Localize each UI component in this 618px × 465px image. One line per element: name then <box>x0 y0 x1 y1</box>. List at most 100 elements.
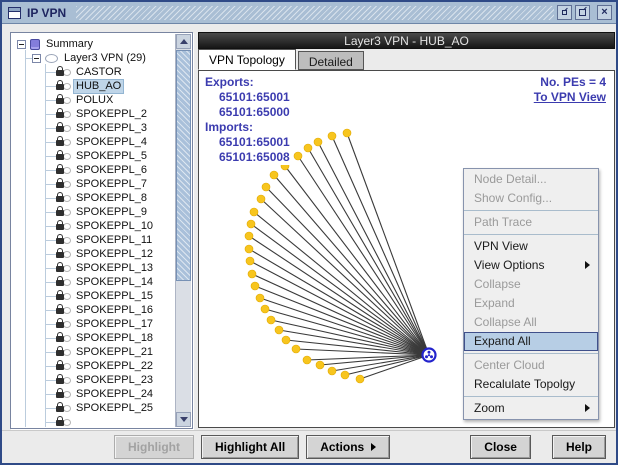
tree-item[interactable]: SPOKEPPL_16 <box>12 303 175 317</box>
tree-item[interactable]: SPOKEPPL_2 <box>12 107 175 121</box>
lock-icon <box>56 392 64 398</box>
tree-item[interactable]: SPOKEPPL_9 <box>12 205 175 219</box>
tree-item-label: HUB_AO <box>74 80 123 93</box>
scroll-up-button[interactable] <box>176 34 191 49</box>
footer-bar: Highlight Highlight All Actions Close He… <box>2 430 616 463</box>
tree-item[interactable]: SPOKEPPL_22 <box>12 359 175 373</box>
lock-icon <box>56 140 64 146</box>
tree-item[interactable]: SPOKEPPL_25 <box>12 401 175 415</box>
menu-item-recalulate-topolgy[interactable]: Recalulate Topolgy <box>464 375 598 394</box>
close-window-button[interactable]: × <box>597 5 612 20</box>
tree-item[interactable] <box>12 415 175 427</box>
tree-item[interactable]: SPOKEPPL_15 <box>12 289 175 303</box>
cloud-icon <box>63 293 71 300</box>
scroll-down-button[interactable] <box>176 412 191 427</box>
menu-item-expand-all[interactable]: Expand All <box>464 332 598 351</box>
lock-icon <box>56 112 64 118</box>
imports-label: Imports: <box>205 120 256 135</box>
close-button[interactable]: Close <box>470 435 531 459</box>
tree-item[interactable]: SPOKEPPL_23 <box>12 373 175 387</box>
menu-item-vpn-view[interactable]: VPN View <box>464 237 598 256</box>
tree-item[interactable]: SPOKEPPL_17 <box>12 317 175 331</box>
document-icon <box>30 39 40 50</box>
cloud-icon <box>63 181 71 188</box>
pe-info: No. PEs = 4 To VPN View <box>534 75 606 105</box>
menu-item-collapse: Collapse <box>464 275 598 294</box>
panel-title: Layer3 VPN - HUB_AO <box>198 32 615 49</box>
tree-item-label: SPOKEPPL_6 <box>74 164 149 177</box>
maximize-button[interactable] <box>575 5 590 20</box>
cloud-icon <box>63 419 71 426</box>
exports-label: Exports: <box>205 75 257 90</box>
help-button[interactable]: Help <box>552 435 606 459</box>
tree-item[interactable]: SPOKEPPL_13 <box>12 261 175 275</box>
tree-item[interactable]: SPOKEPPL_7 <box>12 177 175 191</box>
menu-item-show-config: Show Config... <box>464 189 598 208</box>
cloud-icon <box>63 335 71 342</box>
tree-item[interactable]: Summary <box>12 37 175 51</box>
ip-vpn-window: IP VPN × SummaryLayer3 VPN (29)CASTORHUB… <box>0 0 618 465</box>
tree-item[interactable]: SPOKEPPL_24 <box>12 387 175 401</box>
tree-item-label: SPOKEPPL_25 <box>74 402 155 415</box>
tab-vpn-topology[interactable]: VPN Topology <box>198 49 296 70</box>
menu-separator <box>464 210 598 211</box>
title-bar: IP VPN × <box>2 2 616 24</box>
tree-item[interactable]: POLUX <box>12 93 175 107</box>
tree-item[interactable]: SPOKEPPL_11 <box>12 233 175 247</box>
tree-item[interactable]: SPOKEPPL_5 <box>12 149 175 163</box>
expand-toggle-icon[interactable] <box>32 54 41 63</box>
tree-item[interactable]: CASTOR <box>12 65 175 79</box>
cloud-icon <box>63 139 71 146</box>
lock-icon <box>56 378 64 384</box>
menu-separator <box>464 353 598 354</box>
cloud-icon <box>63 363 71 370</box>
expand-toggle-icon[interactable] <box>17 40 26 49</box>
tree-item-label: SPOKEPPL_11 <box>74 234 154 247</box>
menu-item-collapse-all: Collapse All <box>464 313 598 332</box>
tree-item-label: SPOKEPPL_12 <box>74 248 155 261</box>
menu-separator <box>464 234 598 235</box>
submenu-arrow-icon <box>585 261 590 269</box>
tree-item-label: SPOKEPPL_15 <box>74 290 155 303</box>
lock-icon <box>56 406 64 412</box>
cloud-icon <box>63 83 71 90</box>
menu-item-zoom[interactable]: Zoom <box>464 399 598 418</box>
tree-item-label: SPOKEPPL_10 <box>74 220 155 233</box>
highlight-all-button[interactable]: Highlight All <box>201 435 299 459</box>
tree-item[interactable]: HUB_AO <box>12 79 175 93</box>
actions-button[interactable]: Actions <box>306 435 390 459</box>
minimize-icon <box>562 10 567 15</box>
tree-item-label: SPOKEPPL_14 <box>74 276 155 289</box>
menu-item-center-cloud: Center Cloud <box>464 356 598 375</box>
cloud-icon <box>63 223 71 230</box>
tree-item[interactable]: Layer3 VPN (29) <box>12 51 175 65</box>
highlight-button[interactable]: Highlight <box>114 435 194 459</box>
tree-item[interactable]: SPOKEPPL_21 <box>12 345 175 359</box>
tab-detailed[interactable]: Detailed <box>298 51 364 70</box>
tree-item-label: CASTOR <box>74 66 124 79</box>
tree-item[interactable]: SPOKEPPL_18 <box>12 331 175 345</box>
route-targets: Exports: 65101:65001 65101:65000 Imports… <box>205 75 293 165</box>
tree-item[interactable]: SPOKEPPL_10 <box>12 219 175 233</box>
lock-icon <box>56 70 64 76</box>
tree-item-label: SPOKEPPL_24 <box>74 388 155 401</box>
maximize-icon <box>579 9 586 16</box>
tree-item[interactable]: SPOKEPPL_14 <box>12 275 175 289</box>
cloud-icon <box>63 377 71 384</box>
scrollbar-thumb[interactable] <box>176 50 191 281</box>
menu-item-view-options[interactable]: View Options <box>464 256 598 275</box>
tree-item[interactable]: SPOKEPPL_12 <box>12 247 175 261</box>
titlebar-texture[interactable] <box>76 6 554 20</box>
tree-item[interactable]: SPOKEPPL_8 <box>12 191 175 205</box>
minimize-button[interactable] <box>557 5 572 20</box>
window-icon <box>8 7 21 19</box>
tree-item[interactable]: SPOKEPPL_3 <box>12 121 175 135</box>
tree-scrollbar[interactable] <box>175 34 191 427</box>
import-value: 65101:65008 <box>205 150 293 165</box>
lock-icon <box>56 210 64 216</box>
cloud-icon <box>63 251 71 258</box>
tree-item[interactable]: SPOKEPPL_6 <box>12 163 175 177</box>
tree-item[interactable]: SPOKEPPL_4 <box>12 135 175 149</box>
vpn-tree: SummaryLayer3 VPN (29)CASTORHUB_AOPOLUXS… <box>12 34 175 427</box>
to-vpn-view-link[interactable]: To VPN View <box>534 90 606 105</box>
